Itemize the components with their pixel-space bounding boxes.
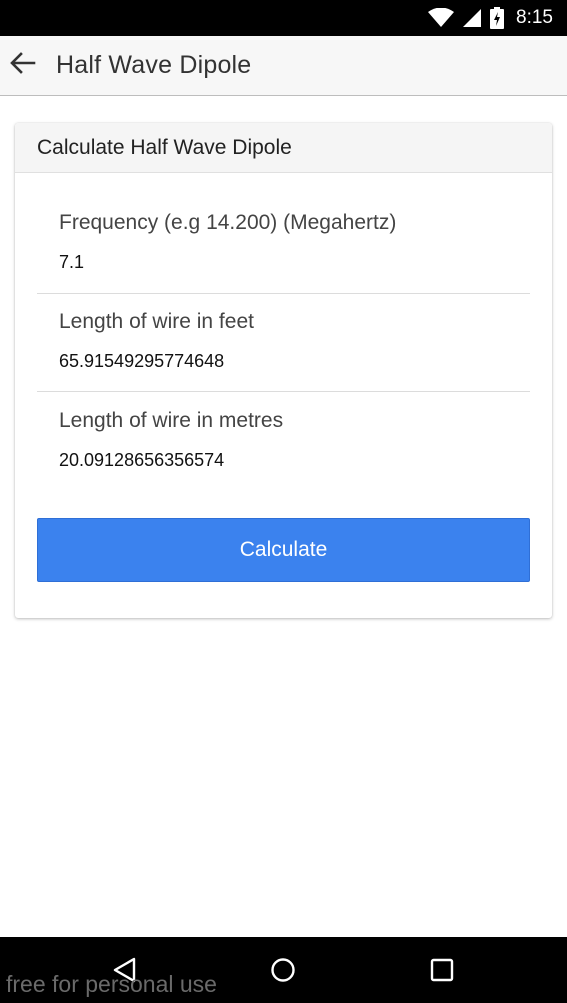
screen: 8:15 Half Wave Dipole Calculate Half Wav… (0, 0, 567, 1003)
frequency-label: Frequency (e.g 14.200) (Megahertz) (59, 211, 397, 234)
length-feet-field: Length of wire in feet 65.91549295774648 (37, 310, 530, 372)
battery-charging-icon (490, 7, 505, 29)
calculator-card: Calculate Half Wave Dipole Frequency (e.… (15, 123, 552, 618)
signal-icon (462, 8, 482, 28)
status-clock: 8:15 (516, 7, 553, 28)
wifi-icon (428, 8, 455, 28)
divider (37, 293, 530, 294)
length-feet-label: Length of wire in feet (59, 310, 254, 333)
length-metres-label: Length of wire in metres (59, 409, 284, 432)
length-feet-value: 65.91549295774648 (59, 351, 225, 371)
watermark-text: free for personal use (6, 971, 217, 997)
length-metres-value: 20.09128656356574 (59, 450, 225, 470)
back-button[interactable] (0, 36, 46, 96)
length-metres-field: Length of wire in metres 20.091286563565… (37, 409, 530, 471)
arrow-left-icon (10, 52, 36, 79)
status-bar: 8:15 (0, 0, 567, 36)
frequency-input[interactable]: 7.1 (37, 252, 530, 273)
app-bar: Half Wave Dipole (0, 36, 567, 96)
frequency-field[interactable]: Frequency (e.g 14.200) (Megahertz) 7.1 (37, 211, 530, 273)
card-header: Calculate Half Wave Dipole (15, 123, 552, 173)
page-title: Half Wave Dipole (56, 51, 252, 79)
calculate-button[interactable]: Calculate (37, 518, 530, 582)
nav-home-icon[interactable] (268, 955, 298, 985)
divider (37, 391, 530, 392)
nav-recent-apps-icon[interactable] (427, 955, 457, 985)
